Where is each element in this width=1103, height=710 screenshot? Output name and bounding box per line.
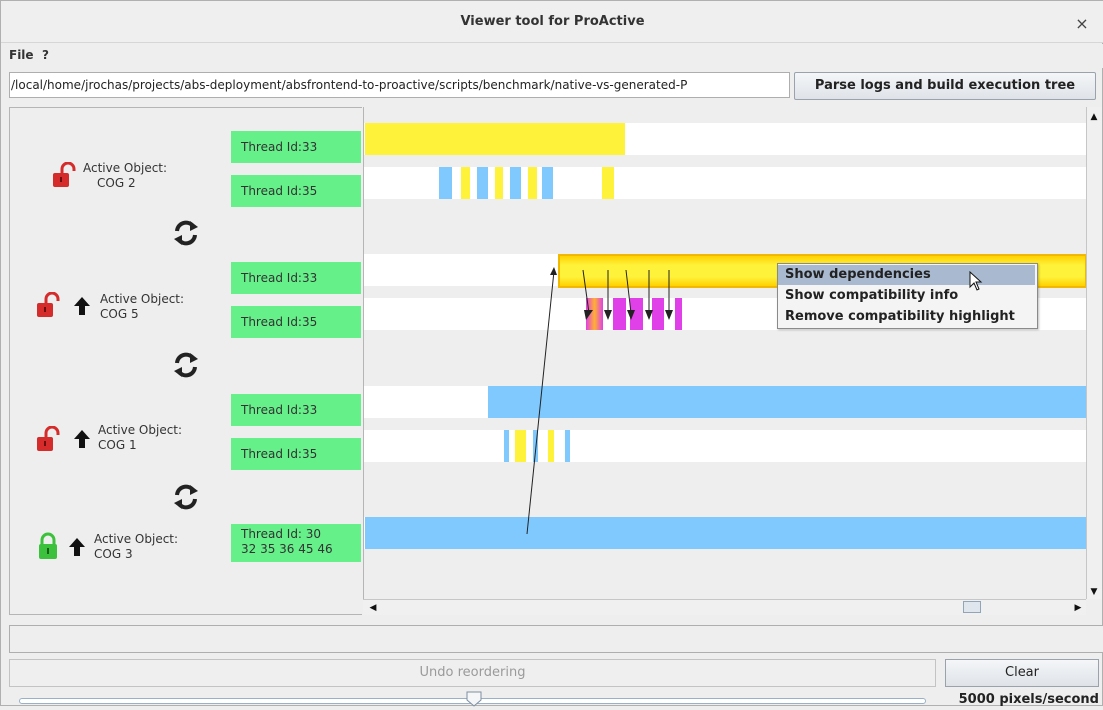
- scroll-right-icon[interactable]: ▶: [1072, 601, 1084, 613]
- ao-label: Active Object:: [100, 292, 185, 306]
- swap-arrows-icon[interactable]: [172, 351, 200, 382]
- up-arrow-icon: [74, 430, 90, 451]
- menu-item-show-compatibility-info[interactable]: Show compatibility info: [778, 286, 1035, 306]
- execution-timeline[interactable]: [363, 107, 1086, 599]
- menu-bar: [1, 44, 1103, 68]
- mouse-cursor-icon: [969, 270, 983, 294]
- swap-arrows-icon[interactable]: [172, 483, 200, 514]
- ao-name: COG 3: [94, 547, 133, 561]
- ao-label: Active Object:: [98, 423, 183, 437]
- log-path-input[interactable]: /local/home/jrochas/projects/abs-deploym…: [9, 72, 790, 98]
- scroll-up-icon[interactable]: ▲: [1088, 110, 1100, 122]
- clear-button[interactable]: Clear: [945, 659, 1099, 687]
- ao-label: Active Object:: [94, 532, 179, 546]
- status-bar: [9, 625, 1103, 653]
- close-icon[interactable]: ×: [1071, 13, 1093, 35]
- scroll-down-icon[interactable]: ▼: [1088, 585, 1100, 597]
- speed-slider-thumb[interactable]: [466, 691, 482, 707]
- menu-help[interactable]: ?: [42, 48, 49, 66]
- dependency-arrows: [526, 267, 673, 535]
- lock-open-icon: [35, 291, 63, 321]
- menu-item-remove-compatibility-highlight[interactable]: Remove compatibility highlight: [778, 307, 1035, 327]
- scroll-left-icon[interactable]: ◀: [367, 601, 379, 613]
- undo-reordering-button[interactable]: Undo reordering: [9, 659, 936, 687]
- lock-open-icon: [35, 425, 63, 455]
- menu-item-show-dependencies[interactable]: Show dependencies: [778, 265, 1035, 285]
- up-arrow-icon: [69, 538, 85, 559]
- thread-label[interactable]: Thread Id:33: [231, 262, 361, 294]
- swap-arrows-icon[interactable]: [172, 219, 200, 250]
- thread-label[interactable]: Thread Id:35: [231, 306, 361, 338]
- app-window: Viewer tool for ProActive × File ? /loca…: [0, 0, 1103, 707]
- horizontal-scroll-thumb[interactable]: [963, 601, 981, 613]
- speed-label: 5000 pixels/second: [958, 692, 1099, 707]
- thread-label[interactable]: Thread Id:35: [231, 438, 361, 470]
- thread-label[interactable]: Thread Id:35: [231, 175, 361, 207]
- lock-closed-icon: [37, 532, 61, 563]
- vertical-scrollbar[interactable]: [1086, 107, 1102, 599]
- ao-name: COG 1: [98, 438, 137, 452]
- lock-open-icon: [51, 161, 79, 191]
- window-title: Viewer tool for ProActive: [460, 14, 645, 29]
- thread-label[interactable]: Thread Id:33: [231, 131, 361, 163]
- thread-label[interactable]: Thread Id:33: [231, 394, 361, 426]
- thread-label[interactable]: Thread Id: 30 32 35 36 45 46: [231, 524, 361, 562]
- ao-name: COG 5: [100, 307, 139, 321]
- up-arrow-icon: [74, 297, 90, 318]
- parse-logs-button[interactable]: Parse logs and build execution tree: [794, 72, 1096, 100]
- menu-file[interactable]: File: [9, 48, 34, 66]
- ao-label: Active Object:: [83, 161, 168, 175]
- ao-name: COG 2: [97, 176, 136, 190]
